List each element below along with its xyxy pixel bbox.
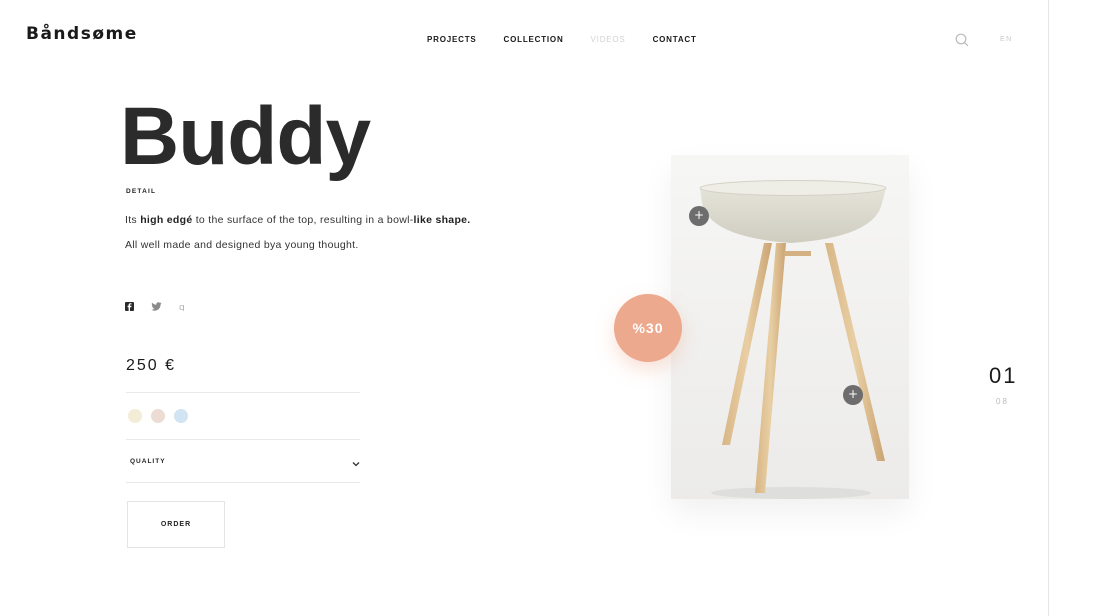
svg-text:g: g	[179, 303, 185, 311]
color-swatch-blue[interactable]	[174, 409, 188, 423]
divider	[126, 482, 360, 483]
hotspot-button[interactable]: +	[843, 385, 863, 405]
nav-projects[interactable]: PROJECTS	[427, 35, 477, 44]
nav-collection[interactable]: COLLECTION	[504, 35, 564, 44]
product-description-2: All well made and designed bya young tho…	[125, 239, 359, 251]
social-links: g	[125, 298, 203, 316]
nav-videos[interactable]: VIDEOS	[591, 35, 626, 44]
product-description: Its high edgé to the surface of the top,…	[125, 214, 471, 226]
divider	[126, 392, 360, 393]
product-image	[671, 155, 909, 499]
desc-part: Its	[125, 214, 141, 226]
order-button[interactable]: ORDER	[127, 501, 225, 548]
desc-emphasis: high edgé	[140, 214, 193, 226]
desc-emphasis: like shape.	[413, 214, 471, 226]
hotspot-button[interactable]: +	[689, 206, 709, 226]
desc-part: to the surface of the top, resulting in …	[192, 214, 414, 226]
chevron-down-icon[interactable]	[351, 456, 361, 467]
google-plus-icon[interactable]: g	[179, 298, 186, 316]
slide-counter-current: 01	[989, 363, 1018, 388]
divider	[126, 439, 360, 440]
right-divider	[1048, 0, 1049, 616]
nav-contact[interactable]: CONTACT	[653, 35, 697, 44]
quality-dropdown-label[interactable]: QUALITY	[130, 458, 166, 465]
search-icon[interactable]	[955, 33, 969, 47]
product-title: Buddy	[120, 91, 371, 182]
language-switch[interactable]: EN	[1000, 36, 1013, 43]
slide-counter-total: 08	[996, 397, 1009, 406]
color-options	[128, 409, 197, 423]
detail-label: DETAIL	[126, 188, 157, 195]
color-swatch-blush[interactable]	[151, 409, 165, 423]
discount-badge: %30	[614, 294, 682, 362]
brand-logo[interactable]: Båndsøme	[26, 24, 138, 44]
color-swatch-cream[interactable]	[128, 409, 142, 423]
main-nav: PROJECTS COLLECTION VIDEOS CONTACT	[427, 35, 724, 44]
twitter-icon[interactable]	[151, 298, 162, 316]
facebook-icon[interactable]	[125, 298, 134, 316]
price: 250 €	[126, 357, 177, 374]
